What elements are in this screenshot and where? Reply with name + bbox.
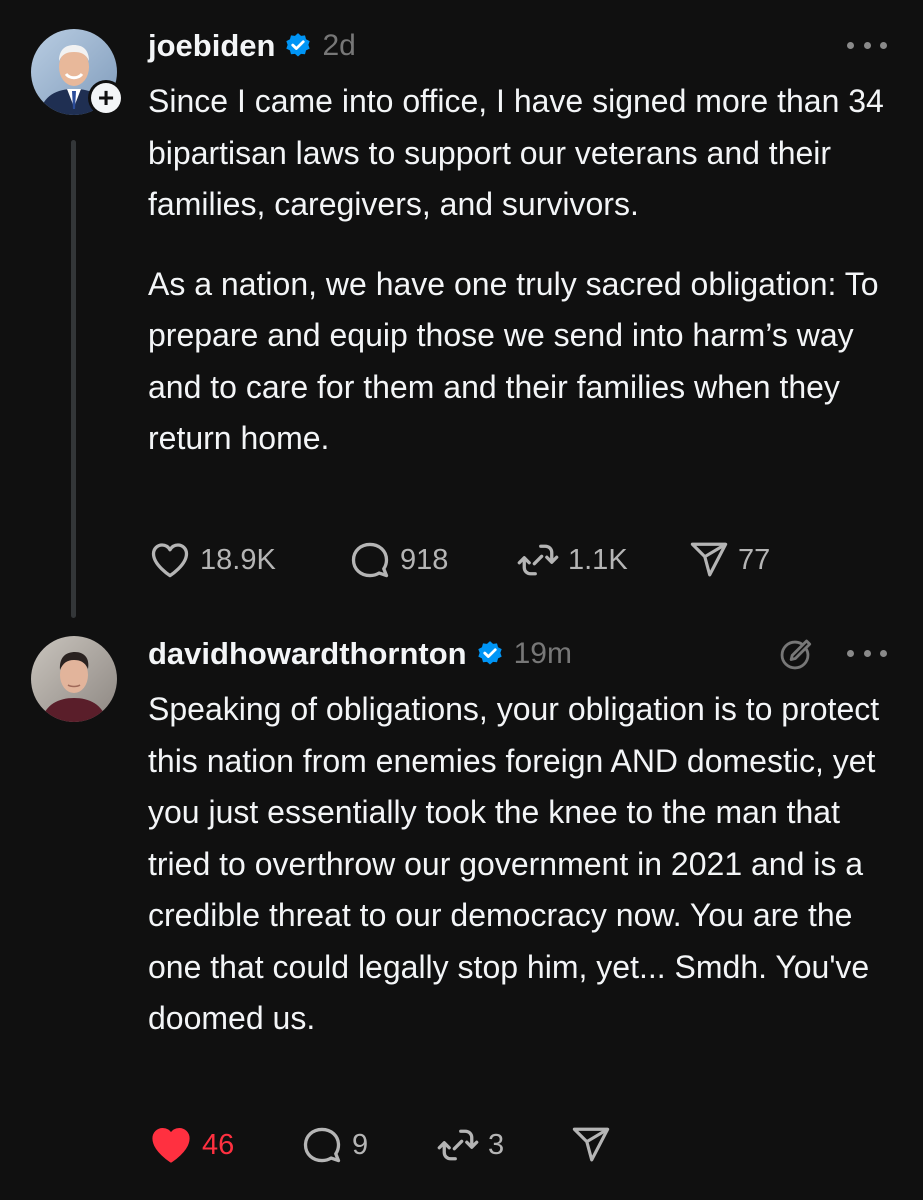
post-paragraph: Speaking of obligations, your obligation… (148, 691, 880, 1036)
paper-plane-icon (572, 1127, 610, 1162)
post-paragraph: As a nation, we have one truly sacred ob… (148, 265, 879, 457)
more-dots-icon[interactable] (847, 638, 887, 668)
action-bar: 18.9K 918 1.1K 77 (148, 535, 770, 585)
thread-connector-line (71, 140, 76, 618)
post-joebiden: + joebiden 2d Since I came into office, … (0, 0, 923, 630)
post-header: joebiden 2d (148, 24, 356, 68)
reply-count: 9 (352, 1128, 369, 1161)
post-header: davidhowardthornton 19m (148, 632, 572, 676)
repost-button[interactable]: 1.1K (516, 538, 688, 582)
repost-arrows-icon (437, 1129, 479, 1161)
share-button[interactable] (570, 1124, 612, 1166)
post-body: Since I came into office, I have signed … (148, 76, 893, 465)
heart-icon (152, 1127, 190, 1163)
more-dots-icon[interactable] (847, 30, 887, 60)
like-button[interactable]: 18.9K (148, 538, 348, 582)
avatar-davidhowardthornton[interactable] (31, 636, 117, 722)
action-bar: 46 9 3 (148, 1120, 612, 1170)
username[interactable]: joebiden (148, 28, 275, 64)
timestamp: 2d (322, 29, 356, 62)
timestamp: 19m (513, 637, 572, 670)
like-button[interactable]: 46 (148, 1122, 300, 1168)
post-paragraph: Since I came into office, I have signed … (148, 83, 884, 222)
plus-icon: + (91, 83, 121, 113)
like-count: 46 (202, 1128, 235, 1161)
repost-button[interactable]: 3 (436, 1123, 570, 1167)
reply-count: 918 (400, 543, 449, 576)
post-body: Speaking of obligations, your obligation… (148, 684, 893, 1045)
post-davidhowardthornton: davidhowardthornton 19m Speaking of obli… (0, 610, 923, 1200)
reply-button[interactable]: 9 (300, 1123, 436, 1167)
repost-count: 1.1K (568, 543, 628, 576)
like-count: 18.9K (200, 543, 276, 576)
edit-pencil-icon[interactable] (774, 634, 816, 676)
repost-arrows-icon (517, 544, 559, 576)
share-count: 77 (738, 543, 771, 576)
speech-bubble-icon (351, 542, 389, 578)
heart-icon (151, 543, 189, 578)
reply-button[interactable]: 918 (348, 538, 516, 582)
repost-count: 3 (488, 1128, 505, 1161)
username[interactable]: davidhowardthornton (148, 636, 467, 672)
speech-bubble-icon (303, 1127, 341, 1163)
share-button[interactable]: 77 (688, 539, 770, 581)
paper-plane-icon (690, 542, 728, 577)
follow-button[interactable]: + (88, 80, 124, 116)
verified-badge-icon (476, 640, 504, 668)
verified-badge-icon (284, 32, 312, 60)
